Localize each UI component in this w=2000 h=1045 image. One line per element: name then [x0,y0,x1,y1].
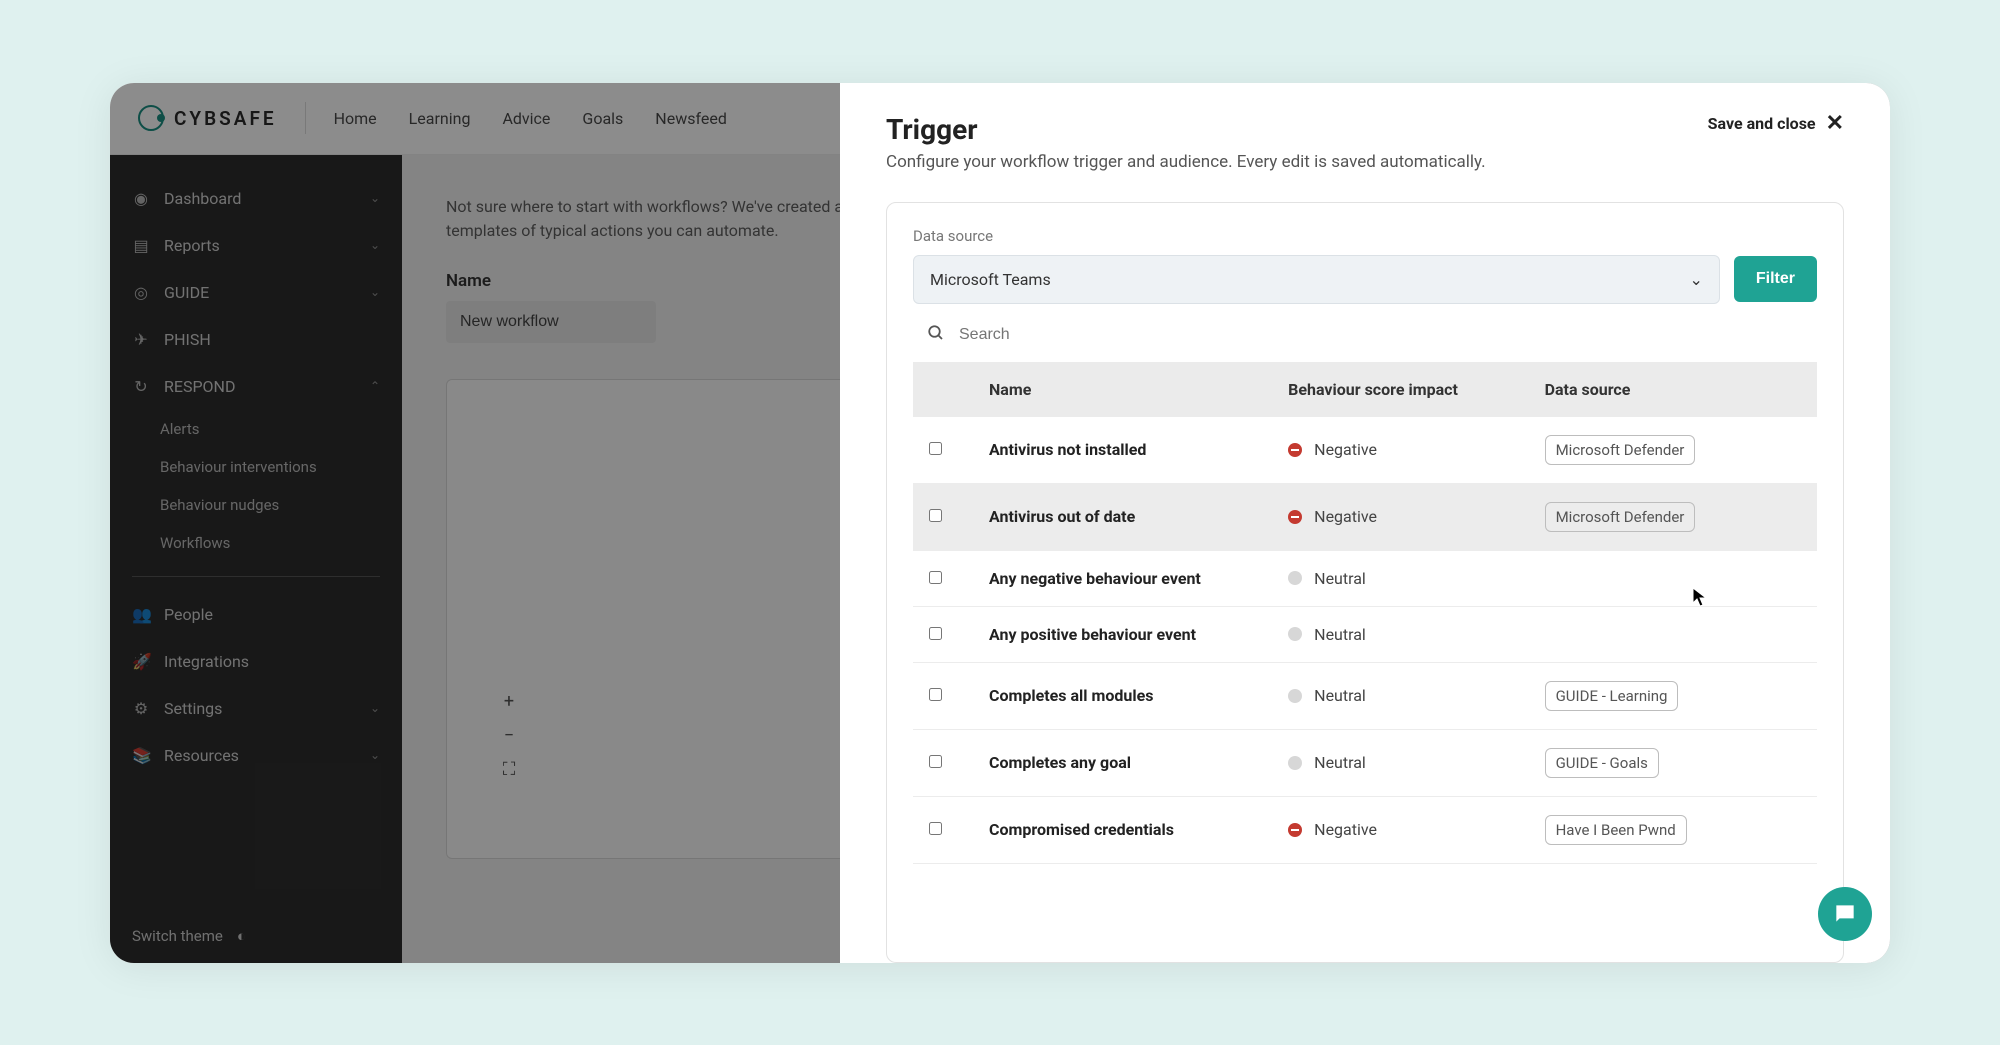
source-tag: Have I Been Pwnd [1545,815,1687,845]
negative-indicator-icon [1288,510,1302,524]
row-name: Any positive behaviour event [989,625,1288,644]
table-row[interactable]: Antivirus out of date Negative Microsoft… [913,484,1817,551]
modal-header: Trigger Configure your workflow trigger … [886,113,1844,172]
row-name: Antivirus out of date [989,507,1288,526]
row-checkbox[interactable] [929,688,942,701]
table-row[interactable]: Compromised credentials Negative Have I … [913,797,1817,864]
row-name: Completes any goal [989,753,1288,772]
row-source: Microsoft Defender [1545,435,1801,465]
row-impact: Neutral [1288,569,1544,588]
trigger-table: Name Behaviour score impact Data source … [913,362,1817,962]
neutral-indicator-icon [1288,756,1302,770]
table-row[interactable]: Any positive behaviour event Neutral [913,607,1817,663]
search-input[interactable] [959,326,1803,344]
chevron-down-icon: ⌄ [1689,270,1702,289]
source-tag: GUIDE - Goals [1545,748,1659,778]
close-icon: ✕ [1826,113,1844,135]
row-name: Antivirus not installed [989,440,1288,459]
data-source-label: Data source [913,227,1817,245]
neutral-indicator-icon [1288,689,1302,703]
source-tag: Microsoft Defender [1545,502,1696,532]
col-name: Name [989,380,1288,399]
row-source: GUIDE - Learning [1545,681,1801,711]
row-impact: Negative [1288,507,1544,526]
row-impact: Negative [1288,820,1544,839]
app-window: CYBSAFE Home Learning Advice Goals Newsf… [110,83,1890,963]
chat-launcher-button[interactable] [1818,887,1872,941]
row-impact: Neutral [1288,686,1544,705]
trigger-config-panel: Data source Microsoft Teams ⌄ Filter Nam… [886,202,1844,963]
row-impact: Negative [1288,440,1544,459]
data-source-select[interactable]: Microsoft Teams ⌄ [913,255,1720,304]
row-impact: Neutral [1288,625,1544,644]
filter-button[interactable]: Filter [1734,256,1817,302]
data-source-value: Microsoft Teams [930,270,1051,289]
table-row[interactable]: Any negative behaviour event Neutral [913,551,1817,607]
row-name: Any negative behaviour event [989,569,1288,588]
row-checkbox[interactable] [929,509,942,522]
row-source: Microsoft Defender [1545,502,1801,532]
row-source: GUIDE - Goals [1545,748,1801,778]
row-name: Compromised credentials [989,820,1288,839]
source-tag: GUIDE - Learning [1545,681,1679,711]
row-checkbox[interactable] [929,442,942,455]
save-close-label: Save and close [1708,114,1816,133]
row-checkbox[interactable] [929,822,942,835]
save-and-close-button[interactable]: Save and close ✕ [1708,113,1844,135]
row-checkbox[interactable] [929,571,942,584]
row-checkbox[interactable] [929,627,942,640]
negative-indicator-icon [1288,823,1302,837]
row-source: Have I Been Pwnd [1545,815,1801,845]
search-row [913,304,1817,362]
table-header: Name Behaviour score impact Data source [913,362,1817,417]
neutral-indicator-icon [1288,627,1302,641]
search-icon [927,324,945,346]
row-checkbox[interactable] [929,755,942,768]
trigger-panel: Trigger Configure your workflow trigger … [840,83,1890,963]
modal-title: Trigger [886,113,1486,146]
negative-indicator-icon [1288,443,1302,457]
col-source: Data source [1545,380,1801,399]
table-row[interactable]: Completes any goal Neutral GUIDE - Goals [913,730,1817,797]
modal-subtitle: Configure your workflow trigger and audi… [886,152,1486,172]
source-tag: Microsoft Defender [1545,435,1696,465]
row-name: Completes all modules [989,686,1288,705]
neutral-indicator-icon [1288,571,1302,585]
row-impact: Neutral [1288,753,1544,772]
table-row[interactable]: Antivirus not installed Negative Microso… [913,417,1817,484]
col-impact: Behaviour score impact [1288,380,1544,399]
table-row[interactable]: Completes all modules Neutral GUIDE - Le… [913,663,1817,730]
